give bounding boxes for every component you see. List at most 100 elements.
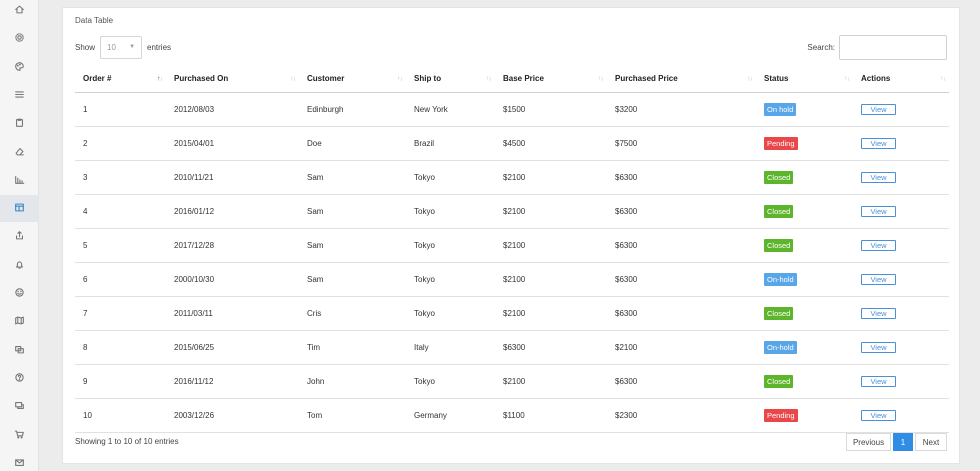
cell-base: $4500 xyxy=(495,126,607,161)
bar-chart-icon xyxy=(14,174,25,187)
sidebar-item-bell[interactable] xyxy=(0,252,39,279)
status-badge: Closed xyxy=(764,306,794,320)
table-row: 8 2015/06/25 Tim Italy $6300 $2100 On-hold View xyxy=(75,330,949,365)
sort-icon: ↑↓ xyxy=(598,75,604,83)
cell-ship-to: Tokyo xyxy=(406,262,495,297)
cell-base: $2100 xyxy=(495,364,607,399)
cell-actions: View xyxy=(853,228,949,263)
sort-icon: ↑↓ xyxy=(157,75,163,83)
view-button[interactable]: View xyxy=(861,341,896,353)
sidebar-item-chat[interactable] xyxy=(0,393,39,420)
share-icon xyxy=(14,230,25,243)
cell-purchased: $6300 xyxy=(607,364,756,399)
sidebar xyxy=(0,0,39,471)
cell-actions: View xyxy=(853,92,949,127)
table-body: 1 2012/08/03 Edinburgh New York $1500 $3200 On… xyxy=(75,92,949,433)
view-button[interactable]: View xyxy=(861,375,896,387)
column-header-label: Purchased On xyxy=(174,74,229,84)
view-button[interactable]: View xyxy=(861,273,896,285)
column-header[interactable]: Base Price ↑↓ xyxy=(495,66,607,93)
sidebar-item-share[interactable] xyxy=(0,223,39,250)
sidebar-item-help[interactable] xyxy=(0,365,39,392)
cell-purchased: $3200 xyxy=(607,92,756,127)
cell-order: 7 xyxy=(75,296,166,331)
status-badge: Pending xyxy=(764,136,798,150)
sidebar-item-cart[interactable] xyxy=(0,422,39,449)
status-badge: Closed xyxy=(764,170,794,184)
smile-icon xyxy=(14,287,25,300)
cell-order: 9 xyxy=(75,364,166,399)
cell-base: $6300 xyxy=(495,330,607,365)
cell-order: 6 xyxy=(75,262,166,297)
cell-order: 4 xyxy=(75,194,166,229)
column-header-label: Purchased Price xyxy=(615,74,678,84)
cell-status: Closed xyxy=(756,194,853,229)
page-1-button[interactable]: 1 xyxy=(893,433,913,451)
view-button[interactable]: View xyxy=(861,239,896,251)
sidebar-item-home[interactable] xyxy=(0,0,39,24)
table-row: 7 2011/03/11 Cris Tokyo $2100 $6300 Closed View xyxy=(75,296,949,331)
cell-actions: View xyxy=(853,296,949,331)
cell-ship-to: New York xyxy=(406,92,495,127)
view-button[interactable]: View xyxy=(861,409,896,421)
column-header-label: Status xyxy=(764,74,789,84)
table-row: 10 2003/12/26 Tom Germany $1100 $2300 Pending V… xyxy=(75,398,949,433)
cell-ship-to: Brazil xyxy=(406,126,495,161)
eraser-icon xyxy=(14,146,25,159)
sidebar-item-bar-chart[interactable] xyxy=(0,167,39,194)
view-button[interactable]: View xyxy=(861,307,896,319)
cell-base: $1500 xyxy=(495,92,607,127)
entries-select-value: 10 xyxy=(107,42,116,52)
cell-customer: Doe xyxy=(299,126,406,161)
sidebar-item-palette[interactable] xyxy=(0,54,39,81)
column-header[interactable]: Ship to ↑↓ xyxy=(406,66,495,93)
sidebar-item-layout[interactable] xyxy=(0,195,39,223)
previous-button[interactable]: Previous xyxy=(846,433,891,451)
cell-status: Closed xyxy=(756,364,853,399)
mail-icon xyxy=(14,457,25,470)
sort-icon: ↑↓ xyxy=(397,75,403,83)
sidebar-item-gear[interactable] xyxy=(0,25,39,52)
column-header[interactable]: Order # ↑↓ xyxy=(75,66,166,93)
status-badge: Pending xyxy=(764,408,798,422)
card-title: Data Table xyxy=(75,16,114,25)
cell-customer: Sam xyxy=(299,160,406,195)
clipboard-icon xyxy=(14,117,25,130)
next-button[interactable]: Next xyxy=(915,433,947,451)
column-header[interactable]: Actions ↑↓ xyxy=(853,66,949,93)
entries-select[interactable]: 10 ▼ xyxy=(100,35,143,59)
sidebar-item-copy[interactable] xyxy=(0,337,39,364)
sidebar-item-mail[interactable] xyxy=(0,450,39,471)
sort-icon: ↑↓ xyxy=(844,75,850,83)
view-button[interactable]: View xyxy=(861,103,896,115)
sidebar-item-clipboard[interactable] xyxy=(0,110,39,137)
view-button[interactable]: View xyxy=(861,171,896,183)
sidebar-item-eraser[interactable] xyxy=(0,139,39,166)
column-header[interactable]: Purchased Price ↑↓ xyxy=(607,66,756,93)
search-input[interactable] xyxy=(839,35,947,60)
cell-purchased: $6300 xyxy=(607,160,756,195)
cell-customer: John xyxy=(299,364,406,399)
cell-base: $2100 xyxy=(495,160,607,195)
cell-customer: Cris xyxy=(299,296,406,331)
sidebar-item-map[interactable] xyxy=(0,308,39,335)
cell-purchased: $2300 xyxy=(607,398,756,433)
column-header[interactable]: Customer ↑↓ xyxy=(299,66,406,93)
cell-order: 1 xyxy=(75,92,166,127)
sidebar-item-list[interactable] xyxy=(0,82,39,109)
cell-actions: View xyxy=(853,364,949,399)
length-control: Show 10 ▼ entries xyxy=(75,35,171,59)
pagination: Previous 1 Next xyxy=(846,433,947,451)
column-header[interactable]: Purchased On ↑↓ xyxy=(166,66,299,93)
cell-actions: View xyxy=(853,160,949,195)
view-button[interactable]: View xyxy=(861,137,896,149)
view-button[interactable]: View xyxy=(861,205,896,217)
status-badge: On-hold xyxy=(764,272,797,286)
sort-icon: ↑↓ xyxy=(486,75,492,83)
cell-customer: Sam xyxy=(299,194,406,229)
cell-base: $2100 xyxy=(495,262,607,297)
cell-actions: View xyxy=(853,398,949,433)
column-header[interactable]: Status ↑↓ xyxy=(756,66,853,93)
status-badge: Closed xyxy=(764,204,794,218)
sidebar-item-smile[interactable] xyxy=(0,280,39,307)
